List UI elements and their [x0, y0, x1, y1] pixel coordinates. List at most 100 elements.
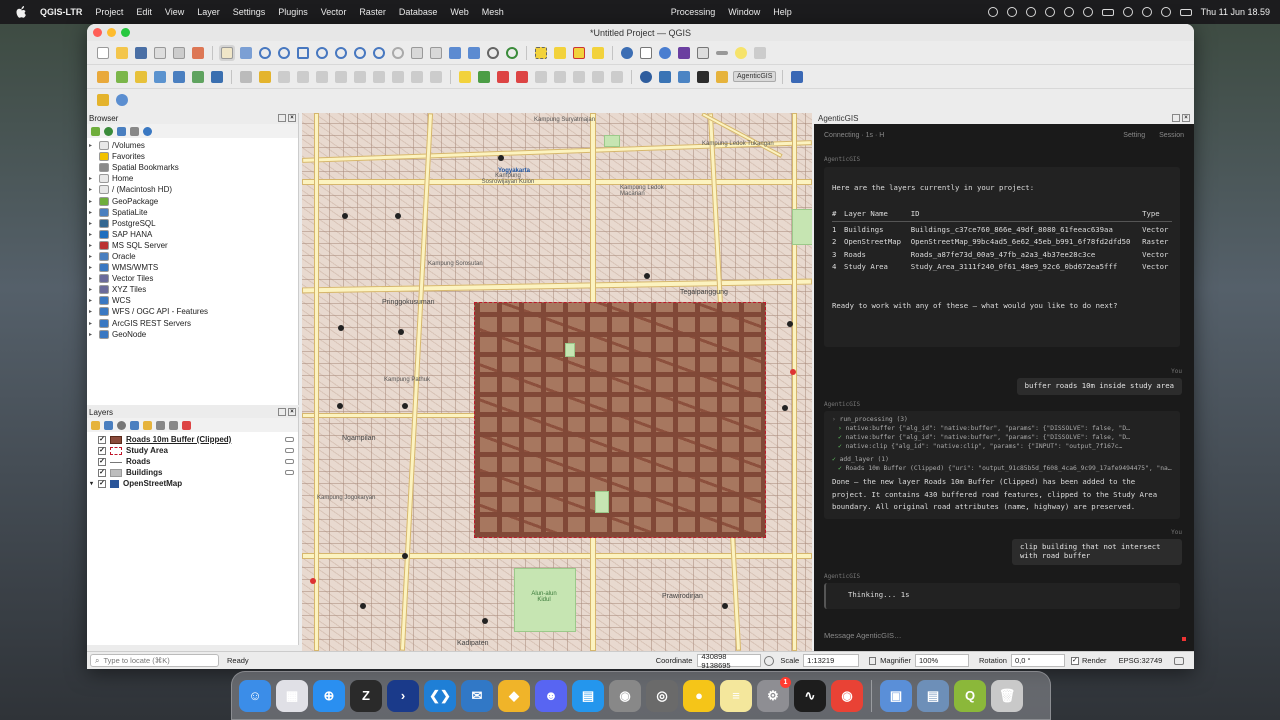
menu-mesh[interactable]: Mesh: [482, 7, 504, 17]
measure-line-icon[interactable]: [714, 45, 730, 61]
activity-monitor-icon[interactable]: ∿: [794, 679, 826, 712]
menu-raster[interactable]: Raster: [359, 7, 386, 17]
expand-arrow-icon[interactable]: ▸: [89, 264, 99, 271]
style-manager-icon[interactable]: [190, 45, 206, 61]
zoom-native-icon[interactable]: [352, 45, 368, 61]
crs-button[interactable]: EPSG:32749: [1119, 656, 1163, 665]
layer-item-buildings[interactable]: ✓ Buildings: [87, 467, 298, 478]
menu-app-name[interactable]: QGIS-LTR: [40, 7, 82, 17]
vpn-icon[interactable]: [1044, 7, 1055, 17]
browser-item[interactable]: Favorites: [87, 151, 298, 162]
new-temp-layer-icon[interactable]: [152, 69, 168, 85]
collapse-all-icon[interactable]: [130, 126, 139, 136]
expand-all-icon[interactable]: [156, 420, 165, 430]
menu-processing[interactable]: Processing: [671, 7, 716, 17]
close-panel-icon[interactable]: ×: [288, 408, 296, 416]
wifi-icon[interactable]: [1082, 7, 1093, 17]
duck-icon[interactable]: ●: [683, 679, 715, 712]
play-icon[interactable]: [1122, 7, 1133, 17]
delete-selected-icon[interactable]: [333, 69, 349, 85]
vertex-tool-icon[interactable]: [295, 69, 311, 85]
show-bookmarks-icon[interactable]: [466, 45, 482, 61]
undo-icon[interactable]: [409, 69, 425, 85]
filter-by-expression-icon[interactable]: [143, 420, 152, 430]
zoom-next-icon[interactable]: [390, 45, 406, 61]
info-icon[interactable]: [143, 126, 152, 136]
zoom-out-icon[interactable]: [276, 45, 292, 61]
pin-labels-icon[interactable]: [495, 69, 511, 85]
expand-arrow-icon[interactable]: ▸: [89, 142, 99, 149]
mail-app-icon[interactable]: ✉: [461, 679, 493, 712]
new-geopackage-layer-icon[interactable]: [114, 69, 130, 85]
terminal-plugin-icon[interactable]: [695, 69, 711, 85]
discord-icon[interactable]: ☻: [535, 679, 567, 712]
safari-icon[interactable]: ⊕: [313, 679, 345, 712]
expand-arrow-icon[interactable]: ▸: [89, 186, 99, 193]
python-console-icon[interactable]: [657, 69, 673, 85]
layer-visibility-checkbox[interactable]: ✓: [98, 457, 106, 466]
layout-manager-icon[interactable]: [171, 45, 187, 61]
skype-icon[interactable]: [1025, 7, 1036, 17]
menu-vector[interactable]: Vector: [321, 7, 347, 17]
cut-icon[interactable]: [352, 69, 368, 85]
chat-input[interactable]: Message AgenticGIS…: [824, 631, 1182, 645]
modify-attributes-icon[interactable]: [314, 69, 330, 85]
layer-item-study-area[interactable]: ✓ Study Area: [87, 445, 298, 456]
copy-icon[interactable]: [371, 69, 387, 85]
browser-item[interactable]: ▸ / (Macintosh HD): [87, 184, 298, 195]
new-shapefile-icon[interactable]: [133, 69, 149, 85]
layer-indicator-icon[interactable]: [285, 437, 294, 443]
menu-project[interactable]: Project: [95, 7, 123, 17]
menu-settings[interactable]: Settings: [233, 7, 266, 17]
georeferencer-icon[interactable]: [638, 69, 654, 85]
finder-icon[interactable]: ☺: [239, 679, 271, 712]
edits-icon[interactable]: [238, 69, 254, 85]
search-icon[interactable]: [1141, 7, 1152, 17]
expand-arrow-icon[interactable]: ▸: [89, 297, 99, 304]
change-label-icon[interactable]: [571, 69, 587, 85]
trash-icon[interactable]: 🗑: [991, 679, 1023, 712]
browser-item[interactable]: ▸ Home: [87, 173, 298, 184]
system-settings-icon[interactable]: ⚙ 1: [757, 676, 791, 712]
move-label-icon[interactable]: [533, 69, 549, 85]
browser-item[interactable]: ▸ MS SQL Server: [87, 240, 298, 251]
layer-visibility-checkbox[interactable]: ✓: [98, 435, 106, 444]
zoom-window-button[interactable]: [121, 28, 130, 37]
data-source-manager-icon[interactable]: [95, 69, 111, 85]
layer-item-openstreetmap[interactable]: ▾ ✓ OpenStreetMap: [87, 478, 298, 489]
apple-icon[interactable]: [14, 5, 28, 19]
select-all-icon[interactable]: [590, 45, 606, 61]
redo-icon[interactable]: [428, 69, 444, 85]
disk-utility-icon[interactable]: ◎: [646, 679, 678, 712]
locator-input[interactable]: ⌕ Type to locate (⌘K): [90, 654, 219, 667]
db-search-icon[interactable]: [114, 92, 130, 108]
add-raster-icon[interactable]: [190, 69, 206, 85]
menu-window[interactable]: Window: [728, 7, 760, 17]
notes-icon[interactable]: ≡: [720, 679, 752, 712]
select-by-value-icon[interactable]: [552, 45, 568, 61]
menu-view[interactable]: View: [165, 7, 184, 17]
expand-arrow-icon[interactable]: ▸: [89, 308, 99, 315]
settings-button[interactable]: Setting: [1123, 132, 1145, 139]
zoom-full-icon[interactable]: [295, 45, 311, 61]
menubar-clock[interactable]: Thu 11 Jun 18.59: [1201, 7, 1270, 17]
rotation-field[interactable]: 0,0 °: [1010, 654, 1065, 667]
finder-window-icon[interactable]: ▣: [880, 679, 912, 712]
browser-item[interactable]: ▸ WMS/WMTS: [87, 262, 298, 273]
browser-item[interactable]: ▸ SpatiaLite: [87, 207, 298, 218]
pan-map-icon[interactable]: [219, 44, 235, 61]
bookmark-new-icon[interactable]: [447, 45, 463, 61]
browser-item[interactable]: ▸ Oracle: [87, 251, 298, 262]
db-manager-icon[interactable]: [95, 92, 111, 108]
study-area-roads-buffer[interactable]: [474, 302, 766, 538]
cloud-icon[interactable]: [1006, 7, 1017, 17]
attribute-table-icon[interactable]: [638, 45, 654, 61]
control-center-icon[interactable]: [1179, 8, 1192, 16]
expand-arrow-icon[interactable]: ▸: [89, 275, 99, 282]
menu-web[interactable]: Web: [450, 7, 468, 17]
messages-icon[interactable]: [1174, 656, 1185, 665]
identify-icon[interactable]: [619, 45, 635, 61]
menu-database[interactable]: Database: [399, 7, 438, 17]
statistics-icon[interactable]: [676, 45, 692, 61]
browser-item[interactable]: ▸ /Volumes: [87, 140, 298, 151]
